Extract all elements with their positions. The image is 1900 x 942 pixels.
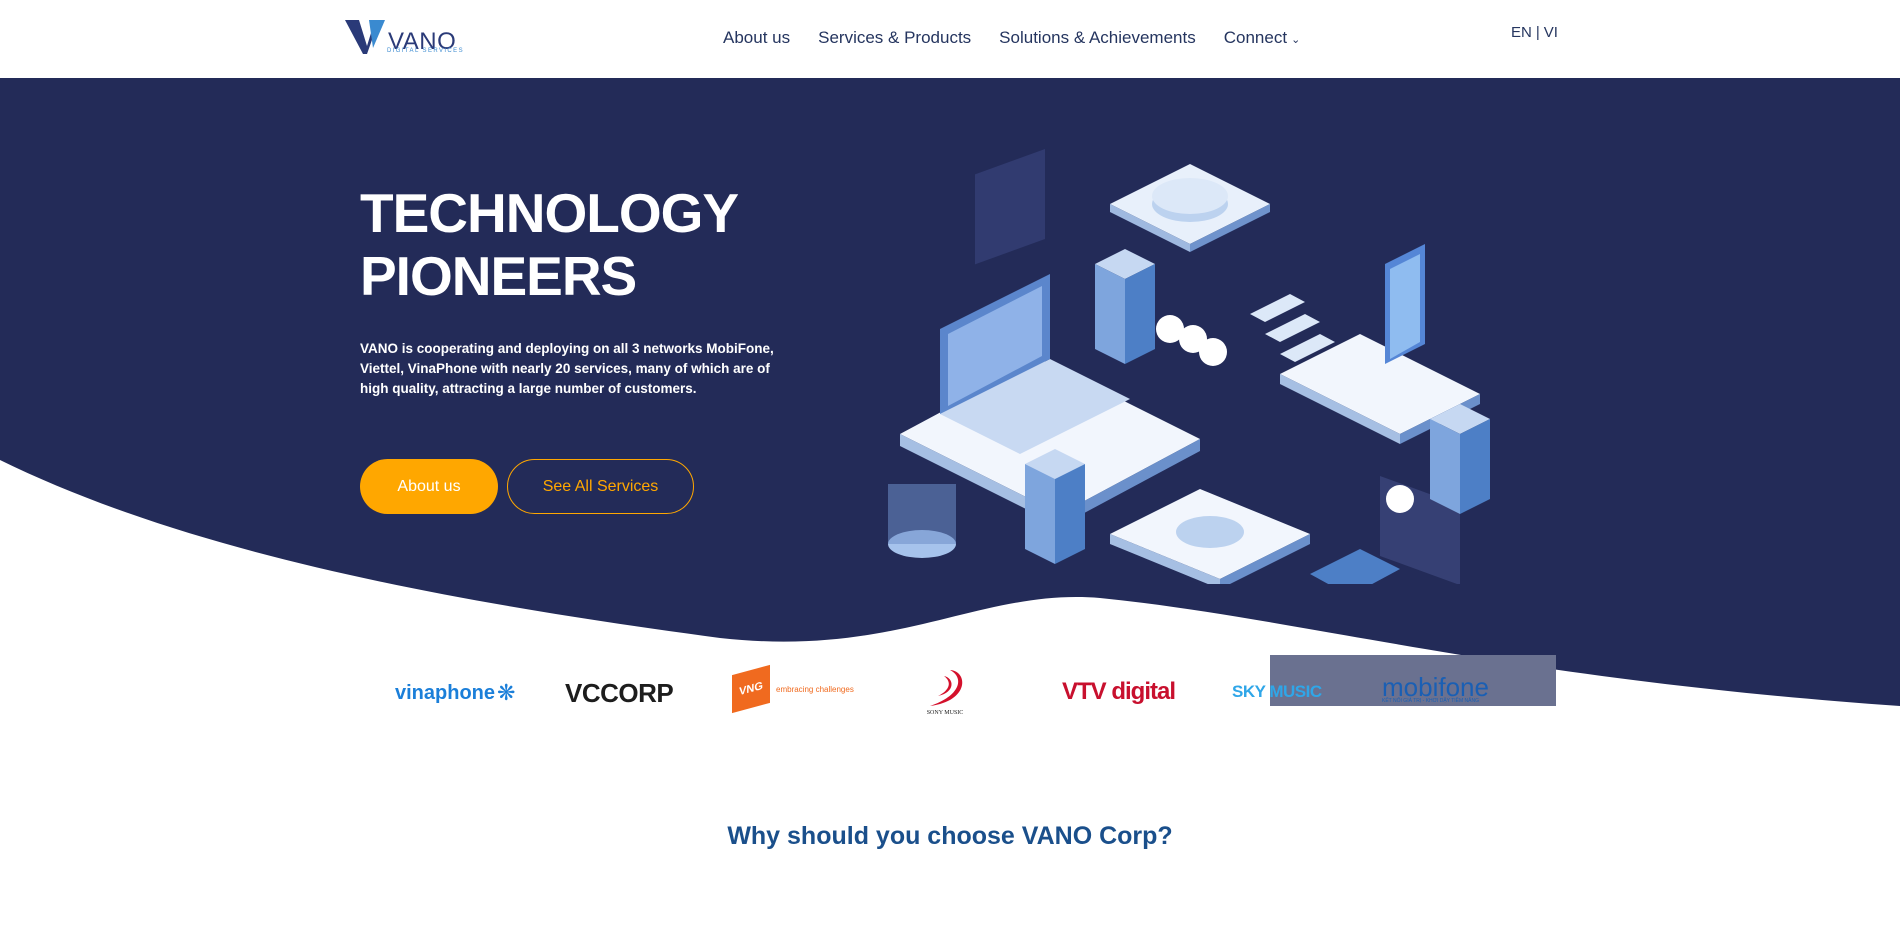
partner-vng[interactable]: VNG embracing challenges bbox=[732, 664, 854, 714]
partner-mobifone[interactable]: mobifone KẾT NỐI GIÁ TRỊ - KHƠI DẬY TIỀM… bbox=[1382, 672, 1489, 704]
partner-vinaphone[interactable]: vinaphone ❋ bbox=[395, 680, 515, 706]
vng-tagline: embracing challenges bbox=[776, 684, 854, 694]
vng-logo-mark: VNG bbox=[732, 664, 770, 714]
partner-vccorp[interactable]: VCCORP bbox=[565, 678, 674, 709]
main-nav: About us Services & Products Solutions &… bbox=[723, 28, 1300, 48]
lang-vi[interactable]: VI bbox=[1544, 24, 1558, 41]
nav-solutions-label: Solutions & Achievements bbox=[999, 28, 1196, 47]
nav-connect[interactable]: Connect ⌄ bbox=[1224, 28, 1301, 48]
nav-about-us[interactable]: About us bbox=[723, 28, 790, 48]
sky-music-label: SKY MUSIC bbox=[1232, 682, 1322, 701]
isometric-tech-illustration bbox=[888, 148, 1490, 584]
hero-title-line-1: TECHNOLOGY bbox=[360, 182, 739, 244]
mobifone-tagline: KẾT NỐI GIÁ TRỊ - KHƠI DẬY TIỀM NĂNG bbox=[1382, 698, 1479, 704]
lang-en[interactable]: EN bbox=[1511, 24, 1532, 41]
hero-title-line-2: PIONEERS bbox=[360, 245, 637, 307]
hero-section: TECHNOLOGY PIONEERS VANO is cooperating … bbox=[0, 78, 1900, 706]
partner-logos: vinaphone ❋ VCCORP VNG embracing challen… bbox=[380, 660, 1520, 730]
mobifone-label: mobifone bbox=[1382, 672, 1489, 702]
sony-music-label: SONY MUSIC bbox=[926, 710, 964, 716]
see-all-services-button[interactable]: See All Services bbox=[507, 459, 694, 514]
vtv-digital-label: VTV digital bbox=[1062, 678, 1176, 705]
logo-subtitle: DIGITAL SERVICES bbox=[387, 48, 464, 54]
chevron-down-icon: ⌄ bbox=[1291, 33, 1301, 46]
nav-connect-label: Connect bbox=[1223, 28, 1288, 47]
nav-solutions-achievements[interactable]: Solutions & Achievements bbox=[999, 28, 1196, 48]
sony-music-logo-icon bbox=[930, 670, 963, 706]
about-us-button[interactable]: About us bbox=[360, 459, 498, 514]
why-choose-heading: Why should you choose VANO Corp? bbox=[727, 822, 1173, 850]
partner-vtv-digital[interactable]: VTV digital bbox=[1062, 678, 1176, 706]
nav-about-us-label: About us bbox=[723, 28, 791, 47]
partner-sony-music[interactable]: SONY MUSIC bbox=[920, 666, 970, 716]
vinaphone-icon: ❋ bbox=[497, 680, 516, 705]
hero-title: TECHNOLOGY PIONEERS bbox=[360, 182, 739, 308]
partner-vccorp-label: VCCORP bbox=[565, 678, 674, 708]
nav-services-label: Services & Products bbox=[818, 28, 972, 47]
partner-sky-music[interactable]: SKY MUSIC bbox=[1232, 682, 1322, 702]
site-header: VANO DIGITAL SERVICES About us Services … bbox=[0, 0, 1900, 78]
nav-services-products[interactable]: Services & Products bbox=[818, 28, 971, 48]
hero-description: VANO is cooperating and deploying on all… bbox=[360, 341, 774, 396]
partner-vinaphone-label: vinaphone bbox=[395, 681, 496, 704]
language-switcher: EN | VI bbox=[1511, 24, 1558, 41]
lang-separator: | bbox=[1535, 24, 1540, 41]
